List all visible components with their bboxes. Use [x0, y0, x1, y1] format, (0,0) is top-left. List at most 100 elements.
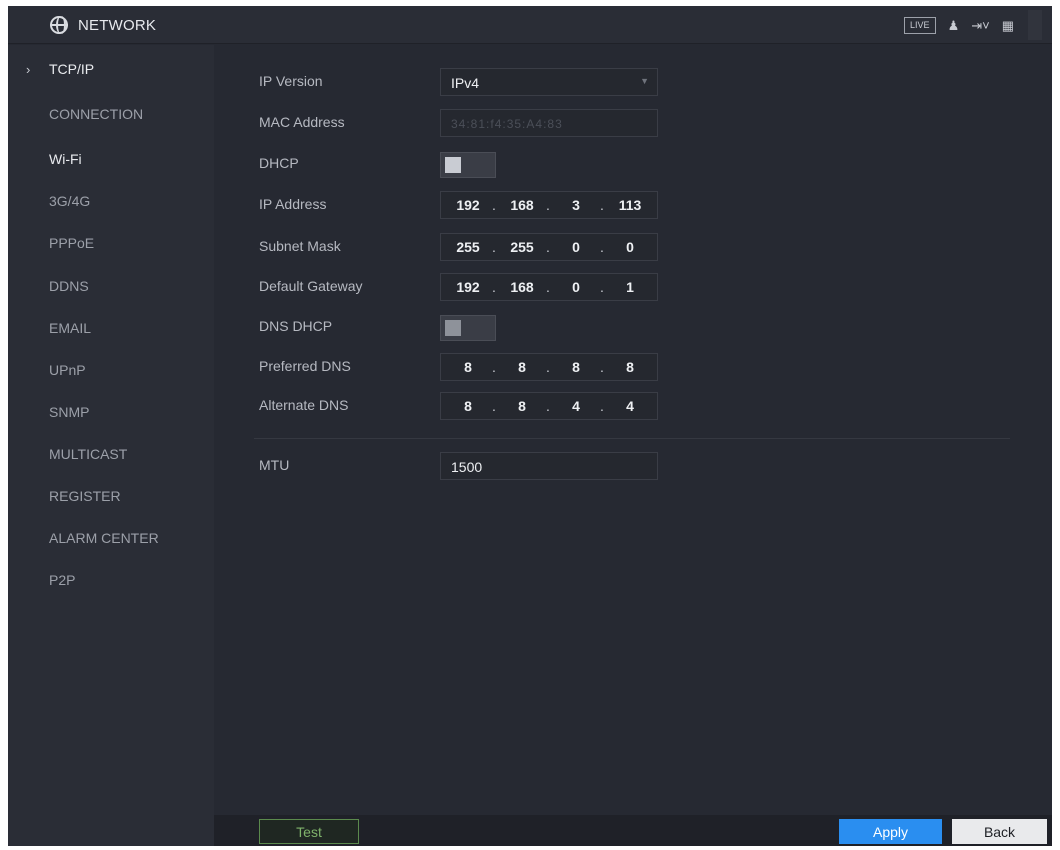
mtu-input[interactable]: 1500: [440, 452, 658, 480]
sidebar-item-3g4g[interactable]: 3G/4G: [8, 183, 214, 219]
ip-address-input[interactable]: 192 168 3 113: [440, 191, 658, 219]
ip-octet[interactable]: 0: [600, 239, 657, 255]
sidebar-item-connection[interactable]: CONNECTION: [8, 96, 214, 132]
sidebar-item-label: ALARM CENTER: [49, 530, 159, 546]
sidebar-item-label: SNMP: [49, 404, 90, 420]
ip-version-row: IP Version IPv4 ▼: [214, 68, 1052, 98]
ip-version-label: IP Version: [259, 73, 323, 89]
ip-octet[interactable]: 192: [441, 197, 495, 213]
ip-octet[interactable]: 168: [492, 279, 549, 295]
ip-version-value: IPv4: [451, 75, 480, 91]
dhcp-label: DHCP: [259, 155, 299, 171]
ip-address-row: IP Address 192 168 3 113: [214, 191, 1052, 221]
top-bar-scroll-block: [1028, 10, 1042, 40]
sidebar-item-label: CONNECTION: [49, 106, 144, 122]
ip-octet[interactable]: 3: [546, 197, 603, 213]
preferred-dns-row: Preferred DNS 8 8 8 8: [214, 353, 1052, 383]
sidebar-item-register[interactable]: REGISTER: [8, 478, 214, 514]
ip-octet[interactable]: 8: [441, 359, 495, 375]
dns-dhcp-label: DNS DHCP: [259, 318, 333, 334]
ip-octet[interactable]: 8: [492, 398, 549, 414]
dhcp-row: DHCP: [214, 150, 1052, 180]
sidebar-item-pppoe[interactable]: PPPoE: [8, 225, 214, 261]
grid-icon[interactable]: ▦: [1002, 19, 1014, 32]
page-title: NETWORK: [78, 16, 157, 34]
ip-octet[interactable]: 255: [441, 239, 495, 255]
chevron-right-icon: ›: [26, 61, 31, 77]
ip-octet[interactable]: 0: [546, 239, 603, 255]
ip-octet[interactable]: 8: [600, 359, 657, 375]
alternate-dns-row: Alternate DNS 8 8 4 4: [214, 392, 1052, 422]
alternate-dns-input[interactable]: 8 8 4 4: [440, 392, 658, 420]
sidebar-item-alarm-center[interactable]: ALARM CENTER: [8, 520, 214, 556]
user-icon[interactable]: ♟: [948, 19, 960, 32]
dhcp-toggle[interactable]: [440, 152, 496, 178]
sidebar-item-ddns[interactable]: DDNS: [8, 268, 214, 304]
apply-button[interactable]: Apply: [839, 819, 942, 844]
back-button[interactable]: Back: [952, 819, 1047, 844]
sidebar: › TCP/IP CONNECTION Wi-Fi 3G/4G PPPoE DD…: [8, 45, 214, 846]
sidebar-item-label: DDNS: [49, 278, 89, 294]
logout-icon[interactable]: ⇥˅: [971, 19, 989, 32]
ip-octet[interactable]: 192: [441, 279, 495, 295]
sidebar-item-label: REGISTER: [49, 488, 121, 504]
ip-octet[interactable]: 0: [546, 279, 603, 295]
ip-octet[interactable]: 113: [600, 197, 657, 213]
ip-octet[interactable]: 4: [546, 398, 603, 414]
sidebar-item-label: MULTICAST: [49, 446, 128, 462]
dns-dhcp-toggle[interactable]: [440, 315, 496, 341]
mtu-label: MTU: [259, 457, 290, 473]
test-button[interactable]: Test: [259, 819, 359, 844]
mac-address-field: 34:81:f4:35:A4:83: [440, 109, 658, 137]
top-bar: NETWORK LIVE ♟ ⇥˅ ▦: [8, 6, 1052, 44]
dns-dhcp-row: DNS DHCP: [214, 313, 1052, 343]
mac-address-value: 34:81:f4:35:A4:83: [451, 117, 563, 131]
subnet-mask-row: Subnet Mask 255 255 0 0: [214, 233, 1052, 263]
toggle-knob: [445, 320, 461, 336]
sidebar-item-email[interactable]: EMAIL: [8, 310, 214, 346]
sidebar-item-tcpip[interactable]: › TCP/IP: [8, 51, 214, 87]
preferred-dns-label: Preferred DNS: [259, 358, 351, 374]
sidebar-item-label: PPPoE: [49, 235, 95, 251]
ip-octet[interactable]: 8: [441, 398, 495, 414]
ip-version-select[interactable]: IPv4 ▼: [440, 68, 658, 96]
default-gateway-row: Default Gateway 192 168 0 1: [214, 273, 1052, 303]
section-divider: [254, 438, 1010, 439]
default-gateway-input[interactable]: 192 168 0 1: [440, 273, 658, 301]
top-toolbar: LIVE ♟ ⇥˅ ▦: [904, 6, 1042, 44]
mtu-value: 1500: [451, 459, 483, 475]
default-gateway-label: Default Gateway: [259, 278, 363, 294]
mtu-row: MTU 1500: [214, 452, 1052, 482]
sidebar-item-wifi[interactable]: Wi-Fi: [8, 141, 214, 177]
sidebar-item-label: Wi-Fi: [49, 151, 82, 167]
subnet-mask-label: Subnet Mask: [259, 238, 341, 254]
mac-address-row: MAC Address 34:81:f4:35:A4:83: [214, 109, 1052, 139]
tcpip-settings-form: IP Version IPv4 ▼ MAC Address 34:81:f4:3…: [214, 45, 1052, 815]
ip-octet[interactable]: 255: [492, 239, 549, 255]
toggle-knob: [445, 157, 461, 173]
chevron-down-icon: ▼: [640, 76, 649, 86]
live-button[interactable]: LIVE: [904, 16, 936, 34]
sidebar-item-upnp[interactable]: UPnP: [8, 352, 214, 388]
footer-bar: Test Apply Back: [214, 815, 1052, 846]
ip-octet[interactable]: 4: [600, 398, 657, 414]
subnet-mask-input[interactable]: 255 255 0 0: [440, 233, 658, 261]
sidebar-item-label: 3G/4G: [49, 193, 91, 209]
sidebar-item-label: P2P: [49, 572, 76, 588]
globe-icon: [50, 16, 68, 34]
ip-octet[interactable]: 8: [492, 359, 549, 375]
sidebar-item-p2p[interactable]: P2P: [8, 562, 214, 598]
ip-octet[interactable]: 168: [492, 197, 549, 213]
network-window: NETWORK LIVE ♟ ⇥˅ ▦ › TCP/IP CONNECTION …: [8, 6, 1052, 846]
sidebar-item-multicast[interactable]: MULTICAST: [8, 436, 214, 472]
alternate-dns-label: Alternate DNS: [259, 397, 349, 413]
preferred-dns-input[interactable]: 8 8 8 8: [440, 353, 658, 381]
sidebar-item-label: UPnP: [49, 362, 86, 378]
ip-address-label: IP Address: [259, 196, 327, 212]
sidebar-item-label: EMAIL: [49, 320, 92, 336]
app-root: NETWORK LIVE ♟ ⇥˅ ▦ › TCP/IP CONNECTION …: [0, 0, 1060, 850]
ip-octet[interactable]: 1: [600, 279, 657, 295]
sidebar-item-label: TCP/IP: [49, 61, 95, 77]
sidebar-item-snmp[interactable]: SNMP: [8, 394, 214, 430]
ip-octet[interactable]: 8: [546, 359, 603, 375]
